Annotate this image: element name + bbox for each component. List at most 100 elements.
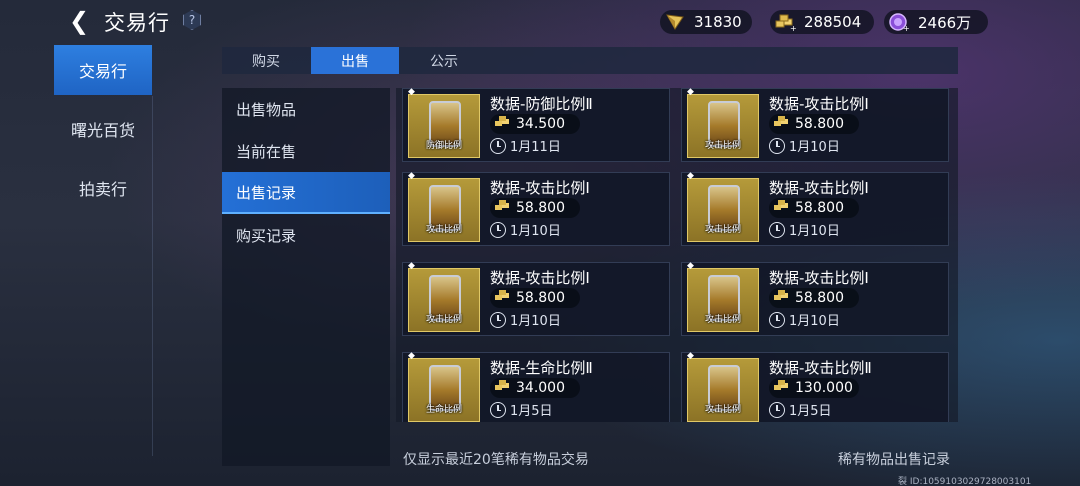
item-price: 58.800 [769,198,859,218]
date-value: 1月11日 [510,140,561,155]
item-date: 1月10日 [769,136,840,155]
item-price: 58.800 [490,288,580,308]
date-value: 1月10日 [789,314,840,329]
tab-buy[interactable]: 购买 [222,47,310,74]
record-card[interactable]: 攻击比例 ◆ 数据-攻击比例Ⅰ 58.800 1月10日 [402,261,670,336]
record-card[interactable]: 攻击比例 ◆ 数据-攻击比例Ⅰ 58.800 1月10日 [681,261,949,336]
item-tag: 生命比例 [425,405,462,415]
records-grid[interactable]: 防御比例 ◆ 数据-防御比例Ⅱ 34.500 1月11日 攻击比例 ◆ 数据-攻… [396,88,958,422]
price-value: 34.500 [516,116,565,132]
price-value: 130.000 [795,380,853,396]
date-value: 1月10日 [789,224,840,239]
currency-crystal[interactable]: 31830 [660,10,752,34]
item-thumbnail: 生命比例 [408,358,480,422]
item-name: 数据-攻击比例Ⅰ [490,269,590,287]
gold-bars-icon [494,115,512,133]
item-price: 58.800 [769,288,859,308]
footer-note: 仅显示最近20笔稀有物品交易 [403,452,589,468]
gold-bars-icon [773,289,791,307]
date-value: 1月5日 [789,404,832,419]
nav-item-dawn-store[interactable]: 曙光百货 [54,104,152,154]
item-price: 58.800 [490,198,580,218]
item-date: 1月11日 [490,136,561,155]
item-thumbnail: 攻击比例 [408,268,480,332]
sub-item-sell-records[interactable]: 出售记录 [222,172,390,214]
currency-purple[interactable]: + 2466万 [884,10,988,34]
currency-gold[interactable]: + 288504 [770,10,874,34]
item-tag: 攻击比例 [425,315,462,325]
price-value: 58.800 [795,116,844,132]
clock-icon [769,311,785,328]
clock-icon [769,401,785,418]
item-date: 1月10日 [490,220,561,239]
price-value: 58.800 [516,200,565,216]
gold-amount: 288504 [804,13,862,31]
clock-icon [490,137,506,154]
price-value: 58.800 [795,200,844,216]
item-name: 数据-攻击比例Ⅰ [769,269,869,287]
rare-diamond-icon: ◆ [687,261,694,271]
price-value: 58.800 [516,290,565,306]
gold-bars-icon [773,199,791,217]
gold-bars-icon [773,115,791,133]
clock-icon [769,221,785,238]
record-card[interactable]: 防御比例 ◆ 数据-防御比例Ⅱ 34.500 1月11日 [402,88,670,162]
item-price: 130.000 [769,378,859,398]
svg-text:+: + [790,24,796,31]
rare-diamond-icon: ◆ [408,261,415,271]
help-icon[interactable]: ? [183,10,201,30]
rare-diamond-icon: ◆ [687,171,694,181]
back-arrow-icon[interactable]: ❮ [66,8,92,34]
date-value: 1月5日 [510,404,553,419]
item-date: 1月5日 [490,400,553,419]
rare-sell-records-link[interactable]: 稀有物品出售记录 [838,449,950,469]
sub-item-buy-records[interactable]: 购买记录 [222,214,390,256]
gold-bars-icon [494,289,512,307]
sub-nav: 出售物品 当前在售 出售记录 购买记录 [222,88,390,466]
left-nav: 交易行 曙光百货 拍卖行 [54,45,154,222]
page-title: 交易行 [104,11,170,35]
tab-sell[interactable]: 出售 [311,47,399,74]
record-card[interactable]: 攻击比例 ◆ 数据-攻击比例Ⅰ 58.800 1月10日 [402,171,670,246]
tab-public[interactable]: 公示 [400,47,488,74]
item-date: 1月10日 [769,220,840,239]
rare-diamond-icon: ◆ [687,88,694,97]
item-thumbnail: 攻击比例 [408,178,480,242]
item-date: 1月5日 [769,400,832,419]
purple-amount: 2466万 [918,13,972,32]
item-date: 1月10日 [769,310,840,329]
tab-bar: 购买 出售 公示 [222,47,958,74]
item-thumbnail: 防御比例 [408,94,480,158]
nav-item-auction[interactable]: 拍卖行 [54,163,152,213]
date-value: 1月10日 [510,224,561,239]
clock-icon [769,137,785,154]
gold-bars-icon [773,379,791,397]
item-name: 数据-生命比例Ⅱ [490,359,593,377]
item-price: 58.800 [769,114,859,134]
item-name: 数据-攻击比例Ⅰ [769,95,869,113]
sub-item-sell-items[interactable]: 出售物品 [222,88,390,130]
item-tag: 攻击比例 [425,225,462,235]
item-thumbnail: 攻击比例 [687,94,759,158]
date-value: 1月10日 [789,140,840,155]
nav-item-trade[interactable]: 交易行 [54,45,152,95]
sub-item-on-sale[interactable]: 当前在售 [222,130,390,172]
nav-divider [152,96,153,456]
rare-diamond-icon: ◆ [408,171,415,181]
gold-bars-icon: + [774,11,796,33]
record-card[interactable]: 攻击比例 ◆ 数据-攻击比例Ⅰ 58.800 1月10日 [681,88,949,162]
item-thumbnail: 攻击比例 [687,178,759,242]
item-name: 数据-攻击比例Ⅰ [490,179,590,197]
rare-diamond-icon: ◆ [687,351,694,361]
clock-icon [490,311,506,328]
item-name: 数据-攻击比例Ⅱ [769,359,872,377]
item-tag: 防御比例 [425,141,462,151]
record-card[interactable]: 生命比例 ◆ 数据-生命比例Ⅱ 34.000 1月5日 [402,351,670,422]
record-card[interactable]: 攻击比例 ◆ 数据-攻击比例Ⅰ 58.800 1月10日 [681,171,949,246]
record-card[interactable]: 攻击比例 ◆ 数据-攻击比例Ⅱ 130.000 1月5日 [681,351,949,422]
item-tag: 攻击比例 [704,225,741,235]
item-tag: 攻击比例 [704,141,741,151]
player-id: 裂 ID:1059103029728003101 [898,477,1032,486]
item-price: 34.500 [490,114,580,134]
crystal-icon [664,11,686,33]
